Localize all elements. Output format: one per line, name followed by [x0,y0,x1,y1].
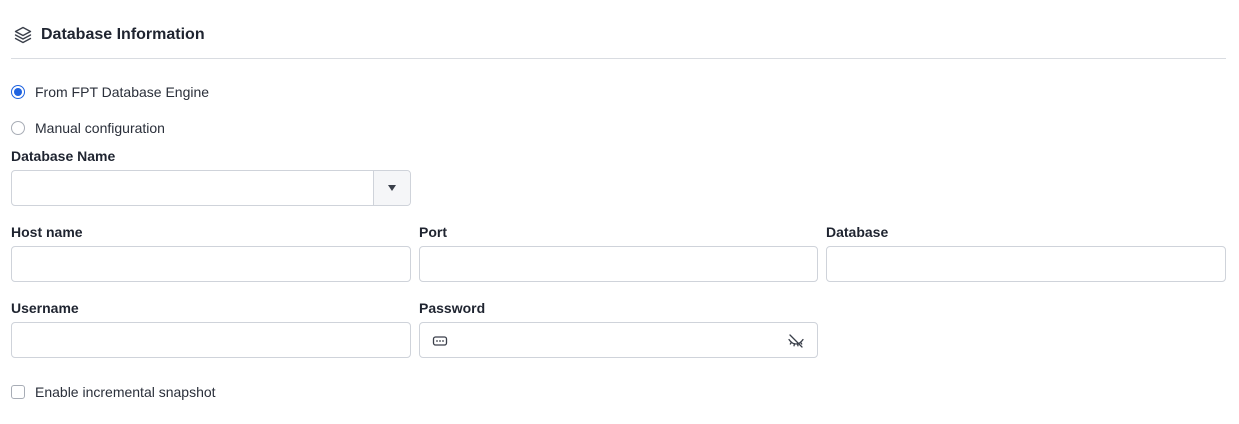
radio-circle-unselected[interactable] [11,121,25,135]
port-input[interactable] [419,246,818,282]
username-label: Username [11,300,79,316]
password-label: Password [419,300,486,316]
radio-circle-selected[interactable] [11,85,25,99]
radio-from-fpt-database-engine[interactable]: From FPT Database Engine [11,82,209,102]
password-dots-icon [432,336,448,346]
database-name-label: Database Name [11,148,116,164]
database-label: Database [826,224,889,240]
database-information-form: Database Information From FPT Database E… [0,0,1239,424]
radio-label: Manual configuration [35,120,165,136]
host-name-label: Host name [11,224,83,240]
radio-label: From FPT Database Engine [35,84,210,100]
section-title: Database Information [41,26,205,43]
select-toggle-button[interactable] [373,171,410,205]
eye-off-icon[interactable] [787,332,805,350]
password-field[interactable] [419,322,818,358]
checkbox-label: Enable incremental snapshot [35,384,216,400]
database-name-select[interactable] [11,170,411,206]
section-header: Database Information [11,22,1226,59]
password-input[interactable] [454,324,784,356]
radio-manual-configuration[interactable]: Manual configuration [11,118,165,138]
host-name-input[interactable] [11,246,411,282]
checkbox-box[interactable] [11,385,25,399]
database-input[interactable] [826,246,1226,282]
username-input[interactable] [11,322,411,358]
incremental-snapshot-checkbox[interactable]: Enable incremental snapshot [11,382,216,402]
layers-icon [14,26,32,44]
caret-down-icon [388,185,396,191]
port-label: Port [419,224,447,240]
